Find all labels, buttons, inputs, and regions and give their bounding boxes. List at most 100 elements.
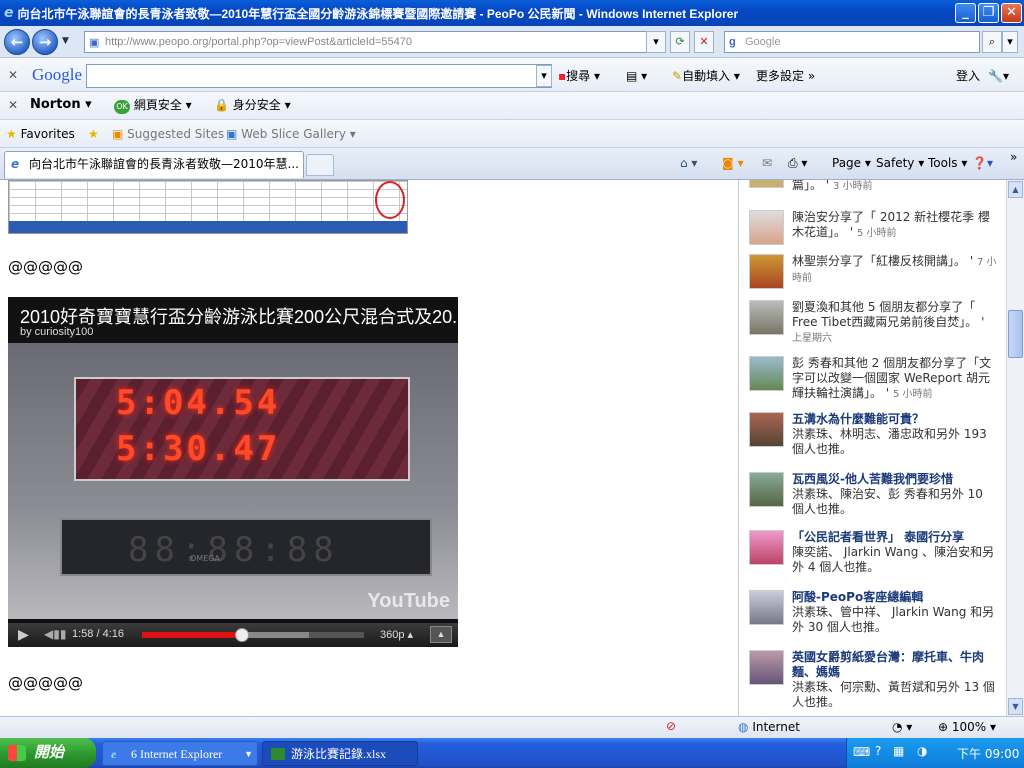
safety-menu[interactable]: Safety ▾ — [876, 154, 924, 172]
zone-label: Internet — [752, 720, 800, 734]
lock-icon: 🔒 — [214, 98, 229, 112]
print-icon[interactable]: ⎙ ▾ — [788, 154, 807, 172]
tab-current[interactable]: e 向台北市午泳聯誼會的長青泳者致敬—2010年慧... — [4, 151, 304, 178]
start-button[interactable]: 開始 — [0, 738, 96, 768]
page-menu[interactable]: Page ▾ — [832, 154, 871, 172]
feed-item[interactable]: 阿酸-PeoPo客座總編輯 洪素珠、管中祥、 Jlarkin Wang 和另外 3… — [749, 590, 999, 642]
page-menu-label: Page — [832, 156, 862, 170]
lower-digits: 88:88:88 — [128, 530, 340, 570]
taskbar-ie[interactable]: e 6 Internet Explorer ▼ — [102, 741, 258, 766]
feed-item[interactable]: 篇」。 ' 3 小時前 — [749, 180, 999, 196]
feed-title[interactable]: 英國女爵剪紙愛台灣：摩托車、牛肉麵、媽媽 — [792, 650, 997, 680]
fullscreen-icon[interactable]: ▲ — [430, 626, 452, 643]
close-toolbar-icon[interactable]: ✕ — [8, 65, 18, 85]
feed-time: 5 小時前 — [892, 389, 933, 400]
vertical-scrollbar[interactable]: ▲ ▼ — [1006, 180, 1024, 716]
close-norton-icon[interactable]: ✕ — [8, 95, 18, 115]
protected-mode-icon[interactable]: ◔ ▾ — [892, 720, 912, 734]
feed-item[interactable]: 五溝水為什麼難能可貴？ 洪素珠、林明志、潘忠政和另外 193 個人也推。 — [749, 412, 999, 464]
feed-item[interactable]: 劉夏渙和其他 5 個朋友都分享了「 Free Tibet西藏兩兄弟前後自焚」。 … — [749, 300, 999, 350]
refresh-icon[interactable]: ⟳ — [670, 31, 690, 53]
back-button[interactable]: ← — [4, 29, 30, 55]
google-search-input[interactable] — [86, 64, 552, 88]
video-author[interactable]: by curiosity100 — [20, 326, 93, 338]
feed-body: 洪素珠、管中祥、 Jlarkin Wang 和另外 30 個人也推。 — [792, 605, 995, 634]
add-favorite-icon[interactable]: ★ — [88, 124, 99, 144]
group-dropdown-icon: ▼ — [244, 749, 253, 759]
close-button[interactable]: ✕ — [1001, 3, 1022, 23]
feed-time: 3 小時前 — [832, 181, 873, 192]
feed-item[interactable]: 「公民記者看世界」 泰國行分享 陳奕諾、 Jlarkin Wang 、陳治安和另外… — [749, 530, 999, 582]
feed-title[interactable]: 「公民記者看世界」 泰國行分享 — [792, 530, 997, 545]
feed-title[interactable]: 瓦西風災-他人苦難我們要珍惜 — [792, 472, 997, 487]
new-tab-button[interactable] — [306, 154, 334, 176]
search-placeholder: Google — [745, 36, 781, 48]
thumbnail — [749, 590, 784, 625]
feed-body: 洪素珠、林明志、潘忠政和另外 193 個人也推。 — [792, 427, 987, 456]
volume-icon[interactable]: ◀▮▮ — [44, 627, 66, 641]
norton-tray-icon[interactable]: ◑ — [917, 744, 927, 758]
network-icon[interactable]: ▦ — [893, 744, 904, 758]
tools-menu[interactable]: Tools ▾ — [928, 154, 967, 172]
feed-text: 彭 秀春和其他 2 個朋友都分享了「文字可以改變一個國家 WeReport 胡元… — [792, 356, 992, 400]
stop-icon[interactable]: ✕ — [694, 31, 714, 53]
tab-ie-icon: e — [11, 157, 20, 171]
feed-title[interactable]: 阿酸-PeoPo客座總編輯 — [792, 590, 997, 605]
search-input[interactable]: g Google — [724, 31, 980, 53]
google-search-button[interactable]: ▪搜尋 ▾ — [558, 66, 600, 86]
video-frame[interactable]: 5:04.54 5:30.47 88:88:88 OMEGA YouTube — [8, 343, 458, 619]
keyboard-icon[interactable]: ⌨ — [853, 745, 870, 759]
article-separator-2: @@@@@ — [8, 674, 83, 692]
help-icon[interactable]: ❓▾ — [972, 154, 993, 172]
forward-button[interactable]: → — [32, 29, 58, 55]
web-safety-button[interactable]: OK 網頁安全 ▾ — [114, 95, 192, 115]
feed-item[interactable]: 彭 秀春和其他 2 個朋友都分享了「文字可以改變一個國家 WeReport 胡元… — [749, 356, 999, 406]
google-dropdown-icon[interactable]: ▾ — [536, 65, 552, 87]
scroll-up-icon[interactable]: ▲ — [1008, 181, 1023, 198]
page-options-icon[interactable]: ▤ ▾ — [626, 66, 647, 86]
zone-indicator[interactable]: ◍ Internet — [738, 720, 800, 734]
feeds-icon[interactable]: ◙ ▾ — [722, 154, 743, 172]
play-icon[interactable]: ▶ — [18, 626, 29, 643]
address-dropdown-icon[interactable]: ▾ — [646, 31, 666, 53]
autofill-button[interactable]: ✎自動填入 ▾ — [672, 66, 740, 86]
feed-title[interactable]: 五溝水為什麼難能可貴？ — [792, 412, 997, 427]
login-link[interactable]: 登入 — [956, 66, 980, 86]
chevron-more-icon[interactable]: » — [1010, 148, 1017, 166]
favorites-button[interactable]: ★ Favorites — [6, 124, 75, 144]
search-options-icon[interactable]: ▾ — [1002, 31, 1018, 53]
history-dropdown-icon[interactable]: ▼ — [62, 36, 69, 46]
mail-icon[interactable]: ✉ — [762, 154, 772, 172]
web-slice-gallery-link[interactable]: ▣ Web Slice Gallery ▾ — [226, 124, 356, 144]
feed-item[interactable]: 陳治安分享了「 2012 新社櫻花季 櫻木花道」。 ' 5 小時前 — [749, 210, 999, 248]
scroll-down-icon[interactable]: ▼ — [1008, 698, 1023, 715]
address-input[interactable]: ▣ http://www.peopo.org/portal.php?op=vie… — [84, 31, 664, 53]
help-tray-icon[interactable]: ? — [875, 744, 881, 758]
search-icon[interactable]: ⌕ — [982, 31, 1002, 53]
feed-item[interactable]: 林聖崇分享了「紅樓反核開講」。 ' 7 小時前 — [749, 254, 999, 292]
red-circle-mark — [375, 181, 405, 219]
youtube-player[interactable]: 2010好奇寶寶慧行盃分齡游泳比賽200公尺混合式及20... by curio… — [8, 297, 458, 647]
youtube-watermark: YouTube — [367, 590, 450, 612]
minimize-button[interactable]: _ — [955, 3, 976, 23]
zoom-control[interactable]: ⊕ 100% ▾ — [938, 720, 996, 734]
quality-button[interactable]: 360p ▴ — [380, 628, 413, 641]
maximize-button[interactable]: ❐ — [978, 3, 999, 23]
scroll-thumb[interactable] — [1008, 310, 1023, 358]
wrench-icon[interactable]: 🔧▾ — [988, 66, 1009, 86]
feed-text: 英國女爵剪紙愛台灣：摩托車、牛肉麵、媽媽 洪素珠、何宗勳、黃哲斌和另外 13 個人… — [792, 650, 997, 710]
feed-body: 洪素珠、何宗勳、黃哲斌和另外 13 個人也推。 — [792, 680, 995, 709]
norton-logo[interactable]: Norton ▾ — [30, 95, 92, 115]
feed-item[interactable]: 瓦西風災-他人苦難我們要珍惜 洪素珠、陳治安、彭 秀春和另外 10 個人也推。 — [749, 472, 999, 524]
suggested-sites-link[interactable]: ▣ Suggested Sites ▾ — [112, 124, 234, 144]
feed-time: 上星期六 — [792, 333, 832, 344]
feed-item[interactable]: 英國女爵剪紙愛台灣：摩托車、牛肉麵、媽媽 洪素珠、何宗勳、黃哲斌和另外 13 個人… — [749, 650, 999, 712]
progress-bar[interactable] — [142, 628, 364, 642]
home-icon[interactable]: ⌂ ▾ — [680, 154, 697, 172]
progress-knob[interactable] — [234, 628, 249, 642]
more-settings-button[interactable]: 更多設定 » — [756, 66, 815, 86]
taskbar-excel[interactable]: 游泳比賽記錄.xlsx — [262, 741, 418, 766]
ie-logo-icon: e — [4, 5, 14, 21]
privacy-icon[interactable]: ⊘ — [666, 719, 676, 733]
identity-safety-button[interactable]: 🔒 身分安全 ▾ — [214, 95, 291, 115]
